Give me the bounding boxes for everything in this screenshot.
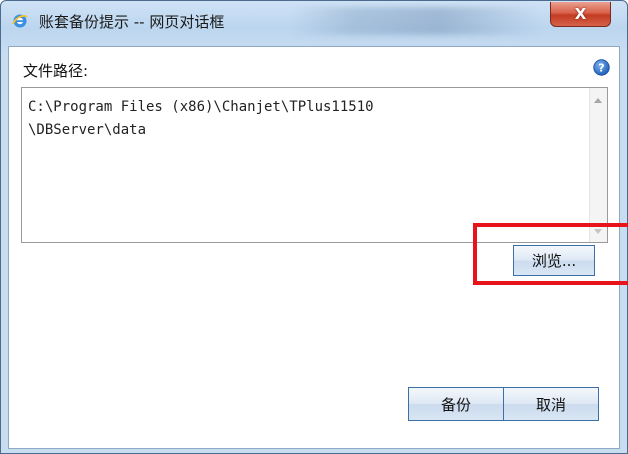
- scroll-up-arrow-icon[interactable]: [594, 98, 602, 103]
- cancel-button[interactable]: 取消: [503, 387, 599, 421]
- title-bar[interactable]: 账套备份提示 -- 网页对话框 X: [1, 1, 627, 41]
- dialog-body: 文件路径: ? C:\Program Files (x86)\Chanjet\T…: [8, 46, 620, 449]
- backup-button[interactable]: 备份: [408, 387, 504, 421]
- ie-icon: [12, 13, 28, 29]
- close-button[interactable]: X: [550, 2, 611, 27]
- file-path-textarea[interactable]: C:\Program Files (x86)\Chanjet\TPlus1151…: [21, 87, 608, 243]
- textarea-scrollbar[interactable]: [589, 88, 607, 242]
- scroll-down-arrow-icon[interactable]: [594, 229, 602, 234]
- file-path-value: C:\Program Files (x86)\Chanjet\TPlus1151…: [28, 99, 374, 138]
- cancel-button-label: 取消: [535, 395, 566, 414]
- path-label: 文件路径:: [23, 62, 89, 80]
- help-icon[interactable]: ?: [593, 59, 610, 76]
- close-icon: X: [574, 5, 587, 23]
- window-title: 账套备份提示 -- 网页对话框: [39, 13, 225, 31]
- backup-button-label: 备份: [440, 395, 471, 414]
- browse-button[interactable]: 浏览...: [513, 245, 595, 276]
- blurred-title-region: [291, 7, 541, 35]
- dialog-window: 账套备份提示 -- 网页对话框 X 文件路径: ? C:\Program Fil…: [0, 0, 628, 454]
- svg-text:?: ?: [598, 62, 604, 75]
- browse-button-label: 浏览...: [531, 252, 577, 270]
